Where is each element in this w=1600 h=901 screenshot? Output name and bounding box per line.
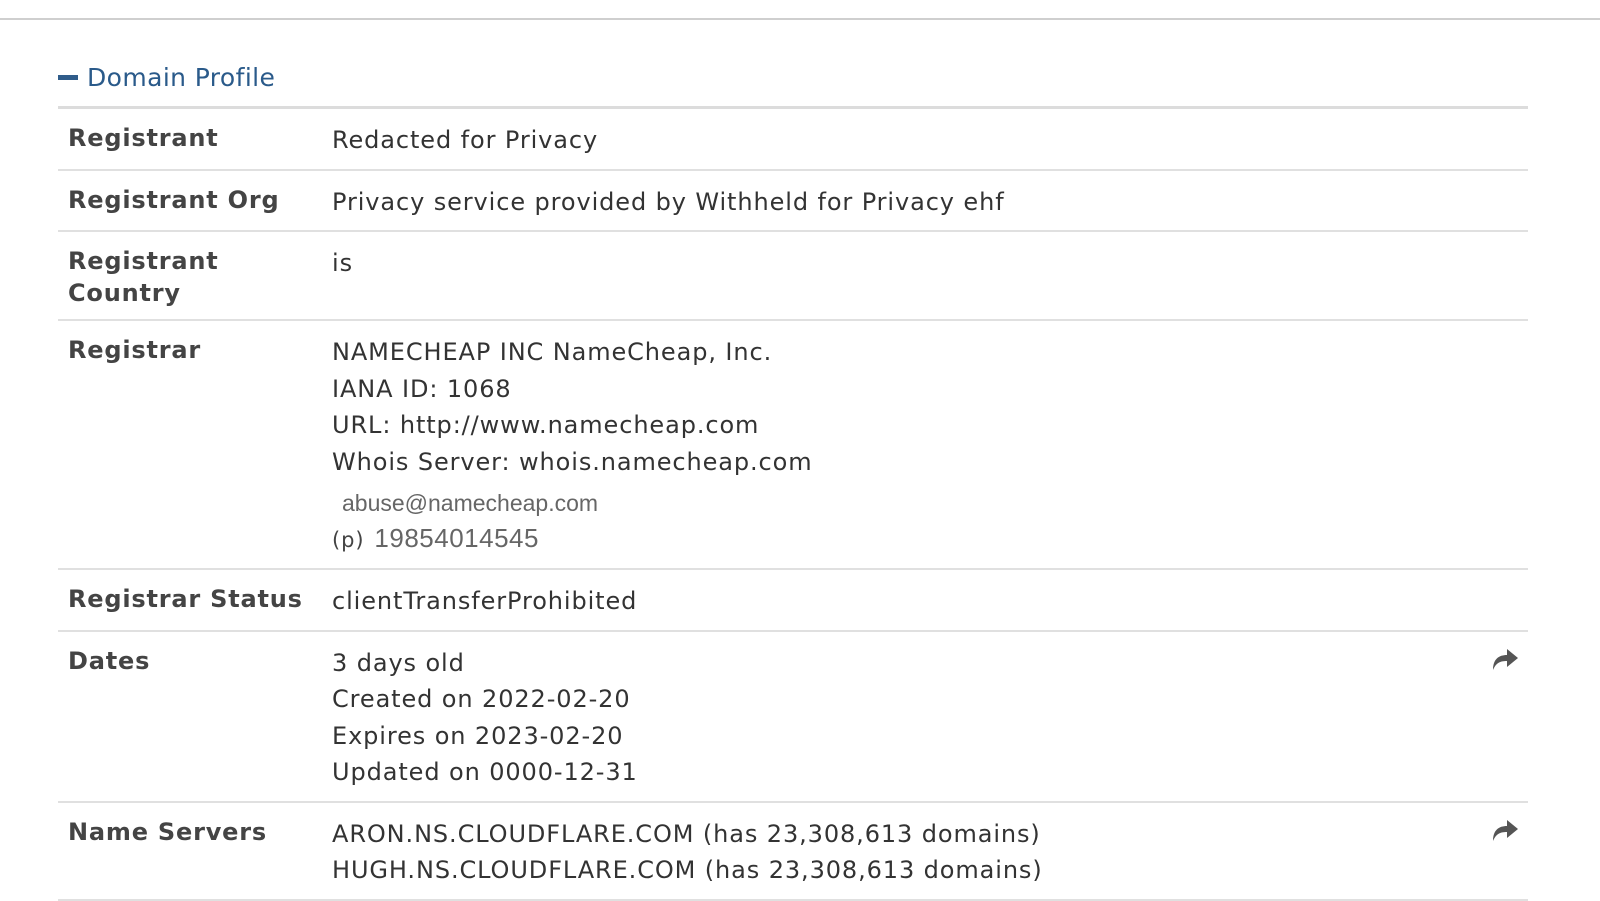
registrant-country-label: Registrant Country xyxy=(68,247,219,307)
dates-label: Dates xyxy=(68,646,151,675)
row-dates: Dates 3 days old Created on 2022-02-20 E… xyxy=(58,632,1528,803)
top-divider xyxy=(0,18,1600,20)
registrant-country-text: is xyxy=(332,249,353,277)
row-registrant-country: Registrant Country is xyxy=(58,232,1528,321)
share-arrow-icon[interactable] xyxy=(1490,817,1520,843)
registrar-status-label: Registrar Status xyxy=(68,585,303,613)
expires-date: Expires on 2023-02-20 xyxy=(332,721,624,750)
section-title[interactable]: Domain Profile xyxy=(87,63,275,92)
registrar-value: NAMECHEAP INC NameCheap, Inc. IANA ID: 1… xyxy=(332,334,1528,558)
row-registrant: Registrant Redacted for Privacy xyxy=(58,109,1528,171)
registrar-phone: 19854014545 xyxy=(374,523,539,553)
registrar-abuse-email: abuse@namecheap.com xyxy=(342,490,599,516)
registrant-org-text: Privacy service provided by Withheld for… xyxy=(332,187,1005,216)
dates-value: 3 days old Created on 2022-02-20 Expires… xyxy=(332,645,1528,791)
registrant-text: Redacted for Privacy xyxy=(332,126,599,154)
registrant-label: Registrant xyxy=(68,124,219,152)
updated-date: Updated on 0000-12-31 xyxy=(332,758,638,786)
registrar-phone-line: (p) 19854014545 xyxy=(332,520,1528,558)
row-registrar: Registrar NAMECHEAP INC NameCheap, Inc. … xyxy=(58,321,1528,570)
registrar-url: URL: http://www.namecheap.com xyxy=(332,411,760,439)
created-date: Created on 2022-02-20 xyxy=(332,685,631,713)
domain-age: 3 days old xyxy=(332,648,465,677)
registrar-label: Registrar xyxy=(68,336,201,364)
registrant-country-value: is xyxy=(332,245,1528,309)
domain-profile-section: Domain Profile Registrant Redacted for P… xyxy=(58,56,1528,901)
registrant-value: Redacted for Privacy xyxy=(332,122,1528,159)
registrar-status-value: clientTransferProhibited xyxy=(332,583,1528,620)
name-server-2[interactable]: HUGH.NS.CLOUDFLARE.COM (has 23,308,613 d… xyxy=(332,852,1528,889)
phone-prefix: (p) xyxy=(332,528,365,552)
registrar-iana-id: IANA ID: 1068 xyxy=(332,374,512,403)
registrar-status-text: clientTransferProhibited xyxy=(332,587,638,615)
row-registrant-org: Registrant Org Privacy service provided … xyxy=(58,171,1528,232)
row-name-servers: Name Servers ARON.NS.CLOUDFLARE.COM (has… xyxy=(58,803,1528,901)
name-servers-value: ARON.NS.CLOUDFLARE.COM (has 23,308,613 d… xyxy=(332,816,1528,889)
registrant-org-value: Privacy service provided by Withheld for… xyxy=(332,184,1528,221)
registrar-whois-server: Whois Server: whois.namecheap.com xyxy=(332,447,813,476)
registrant-org-label: Registrant Org xyxy=(68,185,280,214)
name-servers-label: Name Servers xyxy=(68,817,267,846)
row-registrar-status: Registrar Status clientTransferProhibite… xyxy=(58,570,1528,632)
minus-icon[interactable] xyxy=(58,74,78,80)
name-server-1[interactable]: ARON.NS.CLOUDFLARE.COM (has 23,308,613 d… xyxy=(332,816,1528,853)
share-arrow-icon[interactable] xyxy=(1490,646,1520,672)
domain-profile-toggle[interactable]: Domain Profile xyxy=(58,56,1528,98)
registrar-name: NAMECHEAP INC NameCheap, Inc. xyxy=(332,338,773,366)
